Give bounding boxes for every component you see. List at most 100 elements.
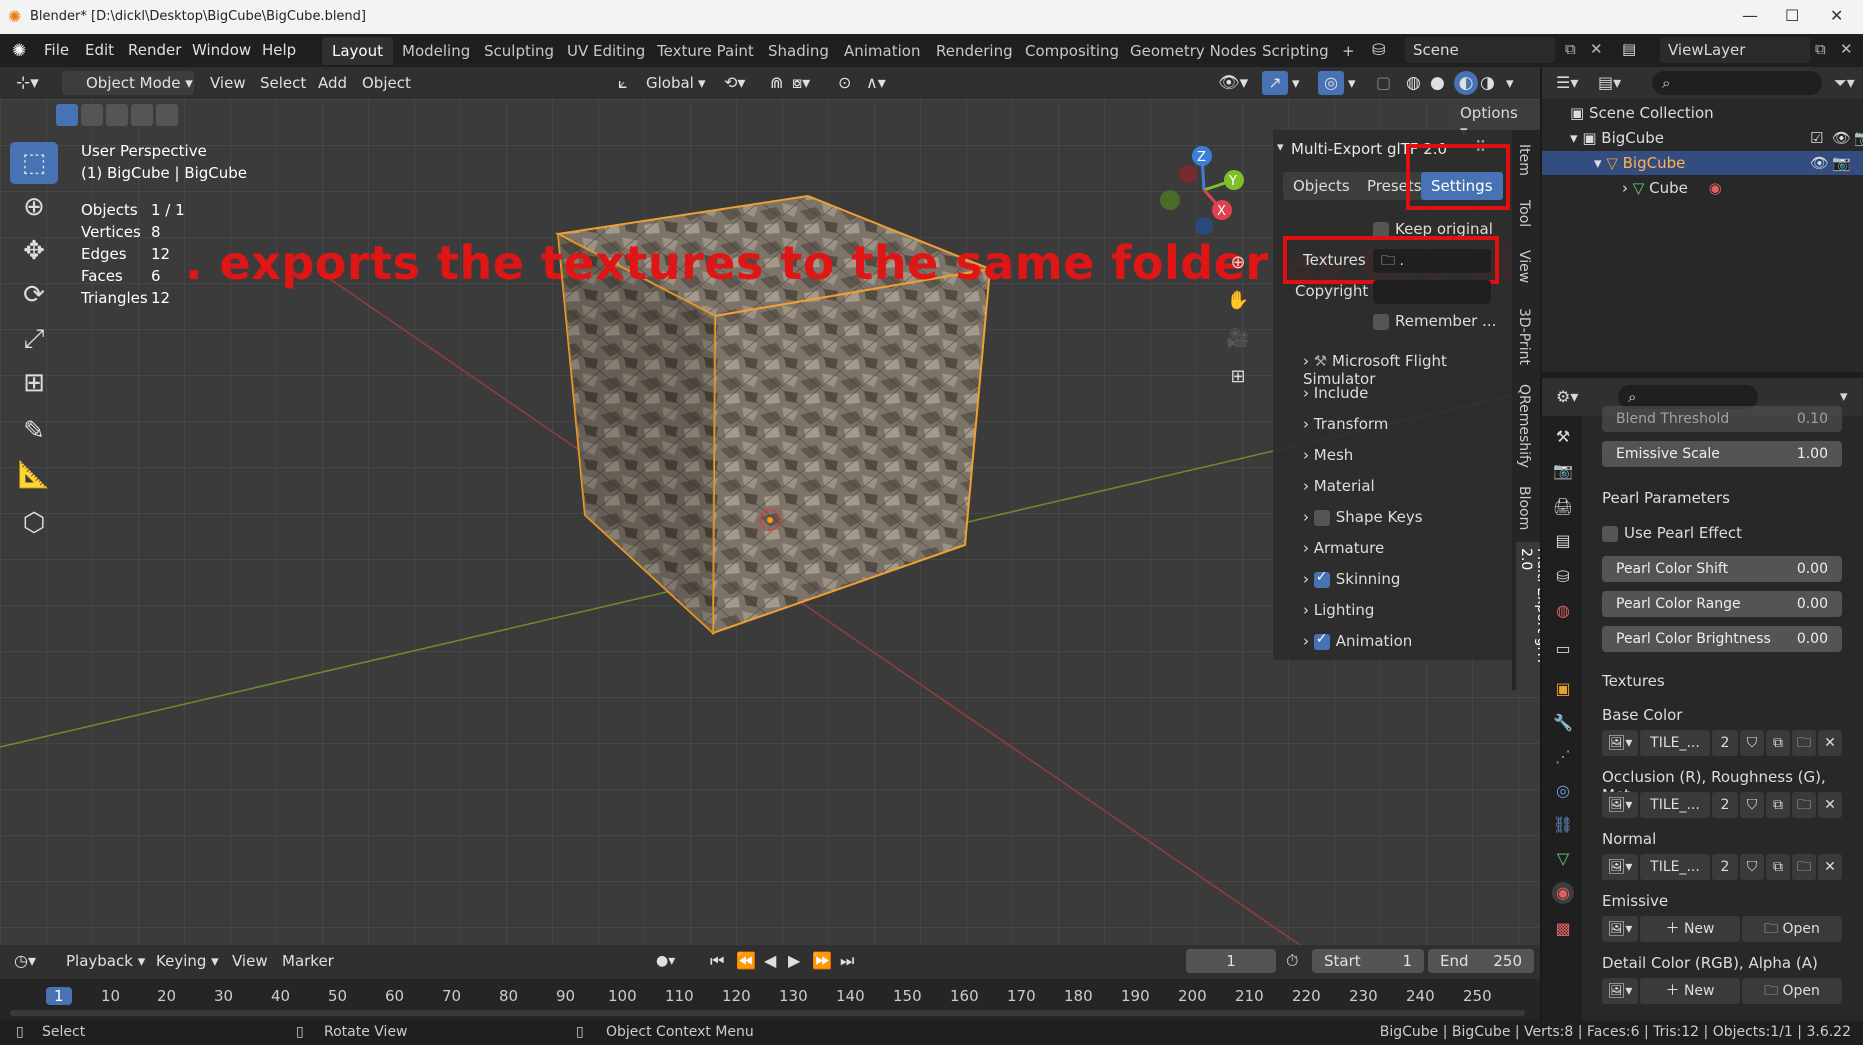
tab-rendering[interactable]: Rendering (926, 37, 1023, 65)
detail-open-button[interactable]: 🗀 Open (1742, 978, 1842, 1004)
tab-sculpting[interactable]: Sculpting (474, 37, 564, 65)
material-shading-icon[interactable]: ◐ (1454, 71, 1478, 95)
occlusion-texture-name[interactable]: TILE_... (1640, 792, 1710, 818)
texture-properties-icon[interactable]: ▩ (1552, 918, 1574, 940)
copyright-field[interactable] (1373, 280, 1491, 304)
rendered-shading-icon[interactable]: ◑ (1480, 71, 1495, 95)
image-browse-icon[interactable]: 🖼▾ (1602, 730, 1638, 756)
sidebar-tab-tool[interactable]: Tool (1516, 200, 1532, 227)
outliner-object-bigcube[interactable]: ▾ ▽ BigCube 👁 📷 (1542, 151, 1863, 175)
timeline-ruler[interactable]: 1 10 20 30 40 50 60 70 80 90 100 110 120… (0, 979, 1540, 1021)
emissive-scale-field[interactable]: Emissive Scale 1.00 (1602, 441, 1842, 467)
base-color-texture-name[interactable]: TILE_... (1640, 730, 1710, 756)
close-window-button[interactable]: ✕ (1830, 6, 1843, 25)
falloff-icon[interactable]: ∧▾ (866, 71, 886, 95)
fake-user-shield-icon[interactable]: ⛉ (1740, 792, 1764, 818)
panel-collapse-chevron-icon[interactable]: ▾ (1277, 140, 1284, 155)
perspective-toggle-icon[interactable]: ⊞ (1222, 361, 1254, 393)
image-browse-icon[interactable]: 🖼▾ (1602, 916, 1638, 942)
collection-render-camera-icon[interactable]: 📷 (1854, 126, 1863, 150)
properties-editor-icon[interactable]: ⚙▾ (1556, 387, 1578, 406)
select-extend-icon[interactable] (81, 104, 103, 126)
timeline-scrollbar[interactable] (10, 1010, 1525, 1016)
tool-properties-icon[interactable]: ⚒ (1552, 426, 1574, 448)
start-frame-field[interactable]: Start 1 (1312, 949, 1424, 973)
unlink-icon[interactable]: ✕ (1818, 730, 1842, 756)
section-shape-keys[interactable]: › Shape Keys (1303, 508, 1423, 526)
jump-start-icon[interactable]: ⏮ (710, 949, 724, 973)
select-intersect-icon[interactable] (156, 104, 178, 126)
outliner-scene-collection[interactable]: ▣ Scene Collection (1570, 101, 1714, 125)
pan-hand-icon[interactable]: ✋ (1222, 285, 1254, 317)
annotate-tool-icon[interactable]: ✎ (10, 410, 58, 452)
emissive-open-button[interactable]: 🗀 Open (1742, 916, 1842, 942)
menu-help[interactable]: Help (262, 41, 296, 59)
chevron-down-icon[interactable]: ▾ (1506, 71, 1514, 95)
transform-orientation-icon[interactable]: ⟀ (618, 71, 628, 95)
object-visibility-eye-icon[interactable]: 👁 (1810, 151, 1829, 175)
remove-scene-icon[interactable]: ✕ (1590, 40, 1603, 58)
play-reverse-icon[interactable]: ◀ (764, 949, 776, 973)
chevron-down-icon[interactable]: ▾ (1348, 71, 1356, 95)
snap-icon[interactable]: ⋒ (770, 71, 783, 95)
overlay-toggle-icon[interactable]: ◎ (1318, 71, 1344, 95)
transform-tool-icon[interactable]: ⊞ (10, 362, 58, 404)
collection-visibility-eye-icon[interactable]: 👁 (1832, 126, 1851, 150)
occlusion-users-count[interactable]: 2 (1712, 792, 1738, 818)
sidebar-tab-qremeshify[interactable]: QRemeshify (1516, 384, 1532, 468)
physics-properties-icon[interactable]: ◎ (1552, 780, 1574, 802)
select-box-tool-icon[interactable]: ⬚ (10, 142, 58, 184)
pivot-point-icon[interactable]: ⟲▾ (724, 71, 745, 95)
outliner-mesh-cube[interactable]: › ▽ Cube ◉ (1622, 176, 1722, 200)
data-properties-icon[interactable]: ▽ (1552, 848, 1574, 870)
outliner-collection-bigcube[interactable]: ▾ ▣ BigCube ☑ 👁 📷 (1570, 126, 1863, 150)
blender-menu-icon[interactable]: ✺ (12, 41, 26, 61)
new-scene-icon[interactable]: ⧉ (1565, 40, 1576, 58)
section-material[interactable]: › Material (1303, 477, 1375, 495)
remove-view-layer-icon[interactable]: ✕ (1840, 40, 1853, 58)
object-properties-icon[interactable]: ▣ (1552, 678, 1574, 700)
view-layer-icon[interactable]: ▤ (1622, 40, 1636, 58)
jump-end-icon[interactable]: ⏭ (840, 949, 854, 973)
pearl-color-brightness-field[interactable]: Pearl Color Brightness 0.00 (1602, 626, 1842, 652)
sidebar-tab-3d-print[interactable]: 3D-Print (1516, 308, 1532, 365)
add-workspace-button[interactable]: + (1332, 37, 1365, 65)
chevron-down-icon[interactable]: ▾ (698, 71, 706, 95)
material-properties-icon[interactable]: ◉ (1552, 882, 1574, 904)
folder-icon[interactable]: 🗀 (1792, 854, 1816, 880)
fake-user-shield-icon[interactable]: ⛉ (1740, 854, 1764, 880)
sidebar-tab-view[interactable]: View (1516, 250, 1532, 283)
collection-properties-icon[interactable]: ▭ (1552, 638, 1574, 660)
stopwatch-icon[interactable]: ⏱ (1286, 949, 1298, 973)
pearl-color-range-field[interactable]: Pearl Color Range 0.00 (1602, 591, 1842, 617)
section-mesh[interactable]: › Mesh (1303, 446, 1353, 464)
unlink-icon[interactable]: ✕ (1818, 854, 1842, 880)
tab-layout[interactable]: Layout (322, 37, 393, 65)
end-frame-field[interactable]: End 250 (1428, 949, 1534, 973)
display-mode-icon[interactable]: ▤▾ (1598, 73, 1621, 92)
tab-modeling[interactable]: Modeling (392, 37, 480, 65)
tab-scripting[interactable]: Scripting (1252, 37, 1339, 65)
cursor-tool-icon[interactable]: ⊕ (10, 186, 58, 228)
remember-check[interactable] (1373, 313, 1389, 330)
snap-target-icon[interactable]: ⧇▾ (792, 71, 810, 95)
collection-checkbox[interactable]: ☑ (1810, 126, 1823, 150)
pearl-color-shift-field[interactable]: Pearl Color Shift 0.00 (1602, 556, 1842, 582)
unlink-icon[interactable]: ✕ (1818, 792, 1842, 818)
detail-new-button[interactable]: ＋ New (1640, 978, 1740, 1004)
viewport-menu-add[interactable]: Add (318, 71, 347, 95)
output-properties-icon[interactable]: 🖨 (1552, 496, 1574, 518)
image-browse-icon[interactable]: 🖼▾ (1602, 978, 1638, 1004)
minimize-button[interactable]: — (1742, 6, 1758, 25)
chevron-down-icon[interactable]: ▾ (1292, 71, 1300, 95)
tab-shading[interactable]: Shading (758, 37, 839, 65)
remember-checkbox[interactable]: Remember ... (1373, 312, 1496, 330)
jump-keyframe-forward-icon[interactable]: ⏩ (812, 949, 832, 973)
tab-objects[interactable]: Objects (1283, 172, 1360, 200)
filter-icon[interactable]: ⏷▾ (1834, 73, 1855, 93)
current-frame-field[interactable]: 1 (1186, 949, 1276, 973)
fake-user-shield-icon[interactable]: ⛉ (1740, 730, 1764, 756)
mode-selector[interactable]: Object Mode ▾ (62, 71, 194, 95)
viewport-menu-select[interactable]: Select (260, 71, 306, 95)
modifier-properties-icon[interactable]: 🔧 (1552, 712, 1574, 734)
